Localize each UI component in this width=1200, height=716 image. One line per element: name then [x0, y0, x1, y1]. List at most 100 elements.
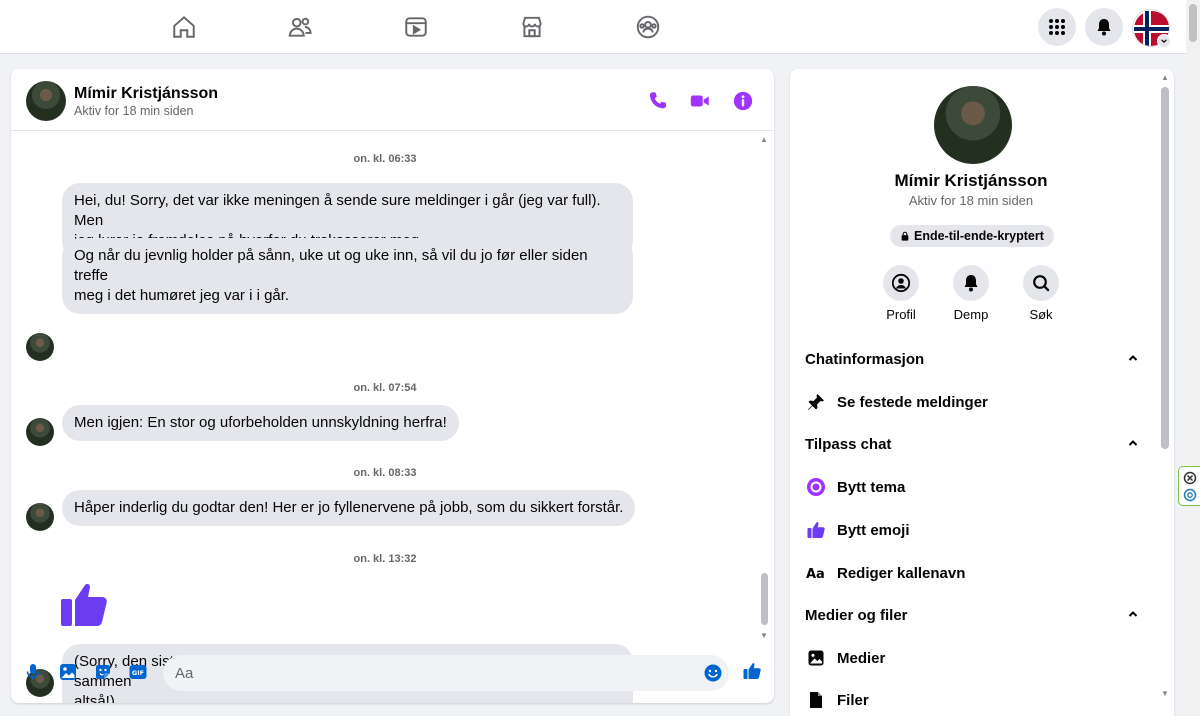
home-icon[interactable]: [167, 10, 201, 44]
image-icon: [805, 647, 827, 669]
mute-action[interactable]: Demp: [941, 265, 1001, 322]
page-scrollbar[interactable]: [1186, 0, 1200, 716]
mute-action-button[interactable]: [953, 265, 989, 301]
composer: GIF: [11, 651, 774, 695]
thumbs-up-icon: [743, 663, 761, 679]
emoji-picker-button[interactable]: [702, 662, 724, 684]
profile-action-label: Profil: [886, 307, 916, 322]
conversation-info-panel: Mímir Kristjánsson Aktiv for 18 min side…: [790, 69, 1174, 716]
info-scrollbar-thumb[interactable]: [1161, 87, 1169, 449]
friends-icon[interactable]: [283, 10, 317, 44]
text-aa-icon: Aa: [805, 562, 827, 584]
contact-avatar[interactable]: [26, 81, 66, 121]
thumbs-up-icon: [805, 519, 827, 541]
message-text-line: meg i det humøret jeg var i i går.: [74, 287, 290, 304]
photo-icon: [60, 664, 76, 680]
timestamp: on. kl. 13:32: [353, 553, 417, 565]
marketplace-icon[interactable]: [515, 10, 549, 44]
chevron-up-icon: [1128, 440, 1138, 446]
profile-action[interactable]: Profil: [871, 265, 931, 322]
chat-header: Mímir Kristjánsson Aktiv for 18 min side…: [11, 69, 774, 131]
phone-icon: [649, 92, 667, 109]
page-scrollbar-thumb[interactable]: [1189, 4, 1197, 42]
bell-icon: [1097, 19, 1111, 36]
grid-icon: [1049, 19, 1065, 35]
file-icon: [805, 689, 827, 711]
info-contact-name[interactable]: Mímir Kristjánsson: [790, 171, 1152, 191]
like-emoji-message[interactable]: [59, 579, 111, 631]
gif-button[interactable]: GIF: [127, 661, 149, 683]
files-item[interactable]: Filer: [805, 685, 1140, 715]
message-text-line: Og når du jevnlig holder på sånn, uke ut…: [74, 247, 588, 284]
customize-chat-section-header[interactable]: Tilpass chat: [805, 430, 1140, 458]
video-camera-icon: [690, 95, 709, 107]
groups-icon[interactable]: [631, 10, 665, 44]
account-caret-icon[interactable]: [1157, 34, 1171, 48]
profile-action-button[interactable]: [883, 265, 919, 301]
extension-icon: [1183, 471, 1197, 502]
search-action[interactable]: Søk: [1011, 265, 1071, 322]
message-list[interactable]: on. kl. 06:33 Hei, du! Sorry, det var ik…: [11, 131, 774, 703]
sticker-button[interactable]: [92, 661, 114, 683]
timestamp: on. kl. 06:33: [353, 153, 417, 165]
video-call-button[interactable]: [688, 89, 712, 113]
thumbs-up-icon: [61, 583, 107, 626]
chat-info-section-header[interactable]: Chatinformasjon: [805, 345, 1140, 373]
contact-name[interactable]: Mímir Kristjánsson: [74, 85, 218, 103]
scroll-up-icon[interactable]: ▲: [1161, 73, 1169, 82]
message-input[interactable]: [163, 655, 729, 691]
chevron-up-icon: [1128, 611, 1138, 617]
chevron-up-icon: [1128, 355, 1138, 361]
sticker-icon: [96, 665, 110, 679]
search-icon: [1033, 275, 1050, 292]
contact-status: Aktiv for 18 min siden: [74, 104, 194, 118]
section-title: Chatinformasjon: [805, 350, 925, 368]
attach-photo-button[interactable]: [57, 661, 79, 683]
theme-icon: [805, 476, 827, 498]
svg-text:GIF: GIF: [132, 669, 144, 677]
sender-avatar[interactable]: [26, 418, 54, 446]
item-label: Filer: [837, 691, 869, 709]
voice-call-button[interactable]: [646, 89, 670, 113]
message-bubble[interactable]: Og når du jevnlig holder på sånn, uke ut…: [62, 238, 633, 314]
gif-icon: GIF: [129, 665, 147, 679]
pinned-messages-item[interactable]: Se festede meldinger: [805, 387, 1140, 417]
conversation-info-button[interactable]: [731, 89, 755, 113]
mute-action-label: Demp: [953, 307, 989, 322]
video-icon[interactable]: [399, 10, 433, 44]
info-icon: [733, 91, 753, 111]
section-title: Tilpass chat: [805, 435, 892, 453]
change-emoji-item[interactable]: Bytt emoji: [805, 515, 1140, 545]
encryption-badge[interactable]: Ende-til-ende-kryptert: [890, 225, 1054, 247]
encryption-label: Ende-til-ende-kryptert: [914, 229, 1044, 243]
chat-panel: Mímir Kristjánsson Aktiv for 18 min side…: [11, 69, 774, 703]
timestamp: on. kl. 07:54: [353, 382, 417, 394]
search-action-button[interactable]: [1023, 265, 1059, 301]
info-avatar[interactable]: [934, 86, 1012, 164]
lock-icon: [901, 231, 909, 241]
edit-nicknames-item[interactable]: Aa Rediger kallenavn: [805, 558, 1140, 588]
smiley-icon: [704, 664, 722, 682]
scroll-up-icon[interactable]: ▲: [760, 135, 768, 144]
search-action-label: Søk: [1029, 307, 1053, 322]
change-theme-item[interactable]: Bytt tema: [805, 472, 1140, 502]
sender-avatar[interactable]: [26, 333, 54, 361]
info-scrollbar[interactable]: ▲ ▼: [1158, 69, 1172, 716]
timestamp: on. kl. 08:33: [353, 467, 417, 479]
browser-extension-widget[interactable]: [1178, 466, 1200, 506]
microphone-icon: [26, 664, 40, 680]
media-item[interactable]: Medier: [805, 643, 1140, 673]
notifications-button[interactable]: [1085, 8, 1123, 46]
scroll-down-icon[interactable]: ▼: [1161, 689, 1169, 698]
sender-avatar[interactable]: [26, 503, 54, 531]
scroll-down-icon[interactable]: ▼: [760, 631, 768, 640]
send-like-button[interactable]: [741, 660, 763, 682]
message-bubble[interactable]: Men igjen: En stor og uforbeholden unnsk…: [62, 405, 459, 441]
message-scrollbar[interactable]: ▲ ▼: [757, 131, 771, 643]
voice-clip-button[interactable]: [22, 661, 44, 683]
menu-grid-button[interactable]: [1038, 8, 1076, 46]
message-scrollbar-thumb[interactable]: [761, 573, 768, 625]
message-bubble[interactable]: Håper inderlig du godtar den! Her er jo …: [62, 490, 636, 526]
pin-icon: [805, 391, 827, 413]
media-files-section-header[interactable]: Medier og filer: [805, 601, 1140, 629]
